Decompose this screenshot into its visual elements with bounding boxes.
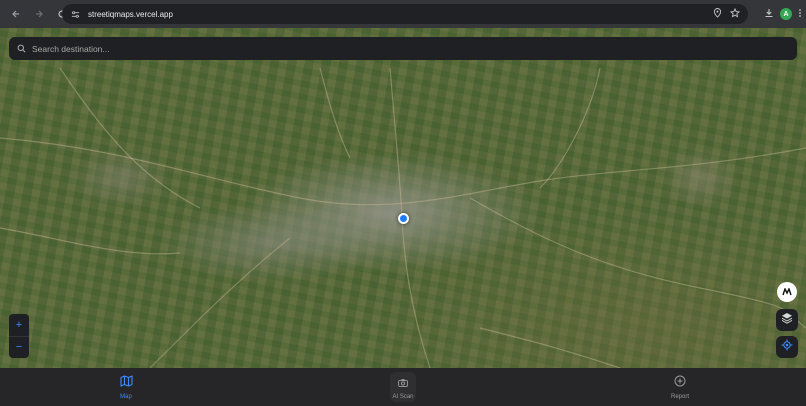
address-bar[interactable]: streetiqmaps.vercel.app [62, 4, 748, 24]
nav-ai-scan-label: AI Scan [392, 394, 414, 400]
menu-kebab-icon[interactable] [798, 5, 802, 23]
map-icon [119, 374, 133, 392]
crosshair-icon [781, 338, 793, 356]
search-icon [17, 40, 26, 58]
forward-icon[interactable] [29, 4, 49, 24]
zoom-out-button[interactable]: − [9, 337, 29, 359]
profile-avatar[interactable]: A [780, 8, 792, 20]
search-bar[interactable] [9, 37, 797, 60]
location-pin-icon[interactable] [713, 5, 722, 23]
layers-icon [781, 311, 793, 329]
bottom-navigation: Map AI Scan Report [0, 368, 806, 406]
download-icon[interactable] [764, 5, 774, 23]
nav-item-ai-scan[interactable]: AI Scan [385, 368, 421, 406]
compass-icon [782, 283, 792, 301]
compass-button[interactable] [777, 282, 797, 302]
satellite-map[interactable]: + − [0, 28, 806, 368]
nav-map-label: Map [120, 394, 132, 400]
plus-circle-icon [674, 374, 686, 392]
map-roads [0, 67, 806, 368]
site-info-icon[interactable] [68, 7, 82, 21]
locate-me-button[interactable] [776, 336, 798, 358]
bookmark-star-icon[interactable] [729, 5, 741, 23]
nav-report-label: Report [670, 394, 689, 400]
zoom-in-button[interactable]: + [9, 314, 29, 336]
nav-item-report[interactable]: Report [662, 368, 698, 406]
url-text: streetiqmaps.vercel.app [88, 9, 173, 19]
browser-toolbar: streetiqmaps.vercel.app A [0, 0, 806, 28]
search-input[interactable] [32, 43, 732, 54]
ai-scan-button[interactable]: AI Scan [390, 372, 416, 402]
nav-item-map[interactable]: Map [108, 368, 144, 406]
back-icon[interactable] [6, 4, 26, 24]
current-location-marker [398, 213, 409, 224]
layers-button[interactable] [776, 309, 798, 331]
camera-icon [398, 374, 408, 392]
zoom-control: + − [9, 314, 29, 358]
